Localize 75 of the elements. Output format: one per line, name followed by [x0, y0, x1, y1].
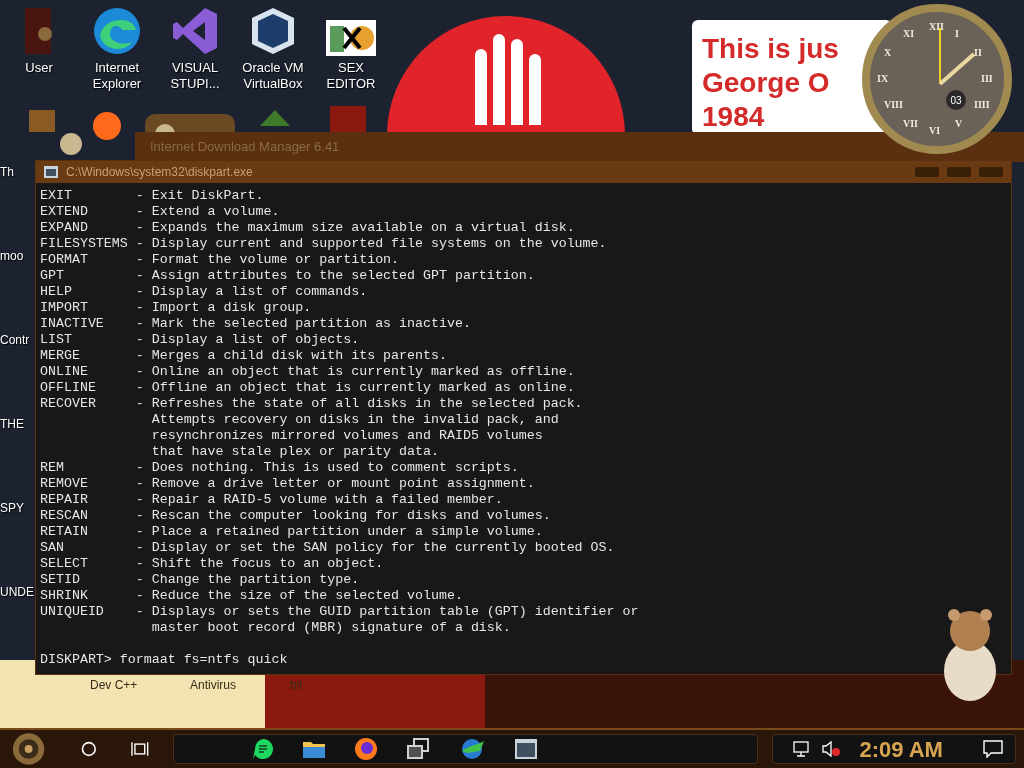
console-prompt[interactable]: DISKPART> formaat fs=ntfs quick — [40, 652, 1011, 668]
icon-label[interactable]: Dev C++ — [90, 678, 160, 692]
console-line: IMPORT - Import a disk group. — [40, 300, 313, 316]
clock-numeral: VI — [929, 126, 941, 136]
console-line: ONLINE - Online an object that is currently marked as offline. — [40, 364, 576, 380]
clock-numeral: XII — [929, 22, 944, 32]
clock-numeral: VIII — [883, 100, 903, 110]
clock-numeral: III — [981, 74, 993, 84]
clock-numeral: I — [955, 28, 959, 39]
browser-icon — [92, 6, 142, 56]
cube-icon — [250, 6, 296, 56]
console-line: REMOVE - Remove a drive letter or mount point assignment. — [40, 476, 536, 492]
console-line: EXTEND - Extend a volume. — [40, 204, 281, 220]
console-line: REM - Does nothing. This is used to comment scripts. — [40, 460, 520, 476]
console-line: EXIT - Exit DiskPart. — [40, 188, 265, 204]
icon-label[interactable]: moo — [0, 249, 34, 263]
note-text: George O — [702, 66, 830, 100]
stacked-windows-icon[interactable] — [405, 738, 430, 760]
icon-label[interactable]: THE — [0, 417, 34, 431]
icon-label[interactable]: VISUAL STUPI... — [170, 60, 220, 92]
date-dial: 03 — [946, 90, 966, 110]
note-text: 1984 — [702, 100, 765, 134]
clock-numeral: V — [955, 119, 963, 130]
console-line: GPT - Assign attributes to the selected GPT partition. — [40, 268, 536, 284]
console-line: SAN - Display or set the SAN policy for the currently booted OS. — [40, 540, 616, 556]
folder-icon[interactable] — [301, 739, 326, 759]
chat-icon[interactable] — [251, 738, 274, 760]
clock-numeral: IIII — [974, 100, 990, 110]
hex-editor-icon — [326, 20, 376, 56]
clock-numeral: IX — [877, 74, 889, 84]
console-line: master boot record (MBR) signature of a disk. — [150, 620, 512, 636]
icon-label[interactable]: Th — [0, 165, 34, 179]
console-line: LIST - Display a list of objects. — [40, 332, 361, 348]
clock-numeral: II — [974, 48, 982, 58]
clock-numeral: VII — [903, 119, 918, 130]
console-line: UNIQUEID - Displays or sets the GUID partition table (GPT) identifier or — [40, 604, 640, 620]
console-line: EXPAND - Expands the maximum size available on a virtual disk. — [40, 220, 576, 236]
network-icon[interactable] — [793, 741, 812, 757]
icon-label[interactable]: SPY — [0, 501, 34, 515]
icon-label[interactable]: Contr — [0, 333, 34, 347]
console-line: SHRINK - Reduce the size of the selected volume. — [40, 588, 464, 604]
icon-label[interactable]: User — [25, 60, 53, 76]
console-line: FORMAT - Format the volume or partition. — [40, 252, 401, 268]
console-line: INACTIVE - Mark the selected partition as inactive. — [40, 316, 472, 332]
console-line: SETID - Change the partition type. — [40, 572, 361, 588]
console-icon — [44, 166, 58, 178]
icon-label[interactable]: Antivirus — [190, 678, 260, 692]
console-line: FILESYSTEMS - Display current and supported file systems on the volume. — [40, 236, 608, 252]
note-text: This is jus — [702, 32, 839, 66]
clock-numeral: X — [883, 48, 892, 58]
console-line: SELECT - Shift the focus to an object. — [40, 556, 385, 572]
console-window-icon[interactable] — [513, 738, 538, 760]
notification-icon[interactable] — [983, 740, 1004, 758]
console-line: OFFLINE - Offline an object that is currently marked as online. — [40, 380, 576, 396]
console-line: MERGE - Merges a child disk with its parents. — [40, 348, 448, 364]
console-line: RESCAN - Rescan the computer looking for disks and volumes. — [40, 508, 552, 524]
clock-numeral: XI — [903, 28, 915, 39]
console-line: HELP - Display a list of commands. — [40, 284, 369, 300]
clock-time[interactable]: 2:09 AM — [859, 732, 960, 766]
circle-icon[interactable] — [81, 741, 97, 757]
console-line: REPAIR - Repair a RAID-5 volume with a failed member. — [40, 492, 504, 508]
console-line: RECOVER - Refreshes the state of all disks in the selected pack. — [40, 396, 584, 412]
task-view-icon[interactable] — [130, 741, 149, 757]
window-title: Internet Download Manager 6.41 — [150, 138, 340, 157]
speaker-icon[interactable] — [821, 741, 842, 757]
infinity-ribbon-icon — [171, 6, 219, 56]
console-line: that have stale plex or parity data. — [150, 444, 440, 460]
icon-label[interactable]: UNDE — [0, 585, 34, 599]
icon-label[interactable]: Internet Explorer — [92, 60, 142, 92]
console-line: Attempts recovery on disks in the invalid pack, and — [150, 412, 560, 428]
window-title: C:\Windows\system32\diskpart.exe — [66, 164, 254, 181]
icon-label[interactable]: SEX EDITOR — [326, 60, 376, 92]
console-line: RETAIN - Place a retained partition under a simple volume. — [40, 524, 544, 540]
icon-label[interactable]: Oracle VM VirtualBox — [242, 60, 304, 92]
console-line: resynchronizes mirrored volumes and RAID5 volumes — [150, 428, 544, 444]
